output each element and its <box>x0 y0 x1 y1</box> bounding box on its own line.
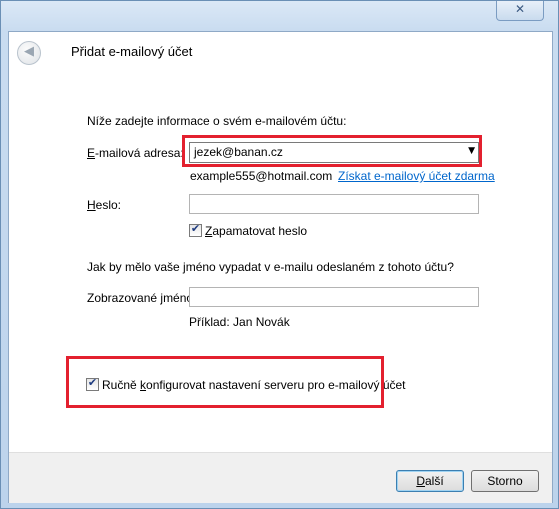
manual-config-highlight-box <box>66 356 384 408</box>
dialog-title: Přidat e-mailový účet <box>71 44 193 59</box>
close-icon: ✕ <box>514 2 526 16</box>
next-button[interactable]: Další <box>396 470 464 492</box>
intro-text: Níže zadejte informace o svém e-mailovém… <box>87 114 347 128</box>
dialog-window: ✕ ◀ Přidat e-mailový účet Níže zadejte i… <box>0 0 559 509</box>
name-question: Jak by mělo vaše jméno vypadat v e-mailu… <box>87 260 454 274</box>
dialog-content: ◀ Přidat e-mailový účet Níže zadejte inf… <box>8 31 553 503</box>
email-highlight-box <box>182 135 482 167</box>
password-field[interactable] <box>189 194 479 214</box>
back-arrow-icon: ◀ <box>24 44 34 59</box>
remember-password-checkbox[interactable]: ✔ <box>189 222 202 237</box>
email-label: E-mailová adresa: <box>87 146 184 160</box>
close-button[interactable]: ✕ <box>496 1 544 21</box>
remember-password-label[interactable]: Zapamatovat heslo <box>205 224 307 238</box>
dialog-footer: Další Storno <box>9 452 552 503</box>
get-free-account-link[interactable]: Získat e-mailový účet zdarma <box>338 169 495 183</box>
display-name-field[interactable] <box>189 287 479 307</box>
email-example: example555@hotmail.com <box>190 169 333 183</box>
cancel-button[interactable]: Storno <box>471 470 539 492</box>
display-name-label: Zobrazované jméno: <box>87 291 197 305</box>
display-name-example: Příklad: Jan Novák <box>189 315 290 329</box>
checkmark-icon: ✔ <box>190 222 201 235</box>
password-label: Heslo: <box>87 198 122 212</box>
back-button[interactable]: ◀ <box>17 41 41 65</box>
